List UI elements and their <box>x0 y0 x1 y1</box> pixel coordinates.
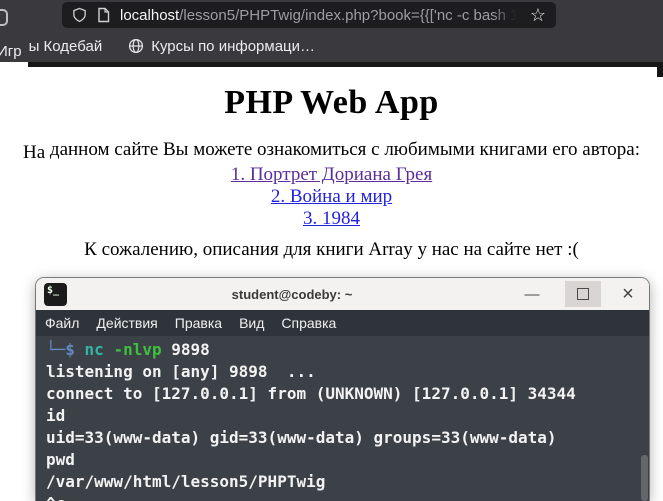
bookmark-label-prefix: Игр <box>0 42 22 60</box>
menu-item-help[interactable]: Справка <box>281 315 336 331</box>
terminal-menubar: Файл Действия Правка Вид Справка <box>36 310 649 336</box>
bookmark-item-courses[interactable]: Курсы по информаци… <box>128 38 315 55</box>
page-title: PHP Web App <box>224 84 439 121</box>
partial-toolbar-icon[interactable] <box>0 9 8 26</box>
url-path: /lesson5/PHPTwig/index.php?book={{['nc -… <box>179 6 520 24</box>
bookmark-star-icon[interactable]: ☆ <box>530 6 546 24</box>
terminal-prompt-line: └─$ nc -nlvp 9898 <box>46 339 649 361</box>
maximize-button[interactable] <box>565 281 601 307</box>
browser-toolbar: localhost/lesson5/PHPTwig/index.php?book… <box>0 0 663 62</box>
bookmark-item-codeby[interactable]: Игр ы Кодебай <box>0 37 103 60</box>
terminal-output[interactable]: └─$ nc -nlvp 9898 listening on [any] 989… <box>36 336 649 501</box>
navigation-bar: localhost/lesson5/PHPTwig/index.php?book… <box>0 0 663 30</box>
intro-text-rest: данном сайте Вы можете ознакомиться с лю… <box>45 139 640 160</box>
minimize-button[interactable]: — <box>517 286 547 303</box>
book-link-war-and-peace[interactable]: 2. Война и мир <box>0 186 663 208</box>
menu-item-edit[interactable]: Правка <box>175 315 222 331</box>
terminal-line: ^c <box>46 493 649 501</box>
bookmark-label: ы Кодебай <box>28 37 103 55</box>
terminal-window: $_ student@codeby: ~ — × Файл Действия П… <box>36 278 649 501</box>
book-links: 1. Портрет Дориана Грея 2. Война и мир 3… <box>0 164 663 230</box>
intro-text: На данном сайте Вы можете ознакомиться с… <box>0 139 663 163</box>
shell-prompt: └─$ <box>46 340 75 359</box>
terminal-line: connect to [127.0.0.1] from (UNKNOWN) [1… <box>46 384 576 403</box>
page-border-top <box>28 62 663 67</box>
page-border-right <box>657 62 663 77</box>
terminal-line: pwd <box>46 450 75 469</box>
menu-item-actions[interactable]: Действия <box>96 315 157 331</box>
url-host: localhost <box>120 6 180 24</box>
url-bar[interactable]: localhost/lesson5/PHPTwig/index.php?book… <box>62 2 556 28</box>
terminal-titlebar[interactable]: $_ student@codeby: ~ — × <box>36 278 649 310</box>
terminal-title: student@codeby: ~ <box>231 286 353 302</box>
terminal-icon: $_ <box>44 282 67 306</box>
not-found-message: К сожалению, описания для книги Array у … <box>84 239 579 260</box>
book-link-1984[interactable]: 3. 1984 <box>0 208 663 230</box>
page-info-icon[interactable] <box>97 7 110 23</box>
globe-icon <box>129 38 144 54</box>
menu-item-file[interactable]: Файл <box>45 315 79 331</box>
menu-item-view[interactable]: Вид <box>239 315 264 331</box>
command-port: 9898 <box>171 340 210 359</box>
bookmarks-bar: Игр ы Кодебай Курсы по информаци… <box>0 30 663 62</box>
terminal-line: id <box>46 406 66 425</box>
url-text[interactable]: localhost/lesson5/PHPTwig/index.php?book… <box>120 6 520 24</box>
terminal-line: listening on [any] 9898 ... <box>46 362 316 381</box>
bookmark-label: Курсы по информаци… <box>151 37 316 55</box>
terminal-line: uid=33(www-data) gid=33(www-data) groups… <box>46 428 557 447</box>
intro-text-prefix: На <box>23 142 46 163</box>
command-flags: -nlvp <box>113 340 162 359</box>
shield-icon[interactable] <box>72 7 87 23</box>
url-fade-overlay <box>491 6 520 24</box>
close-button[interactable]: × <box>613 284 643 304</box>
terminal-line: /var/www/html/lesson5/PHPTwig <box>46 472 326 491</box>
command-name: nc <box>84 340 104 359</box>
terminal-scrollbar[interactable] <box>641 455 648 501</box>
book-link-dorian-gray[interactable]: 1. Портрет Дориана Грея <box>0 164 663 186</box>
maximize-icon <box>577 288 589 300</box>
